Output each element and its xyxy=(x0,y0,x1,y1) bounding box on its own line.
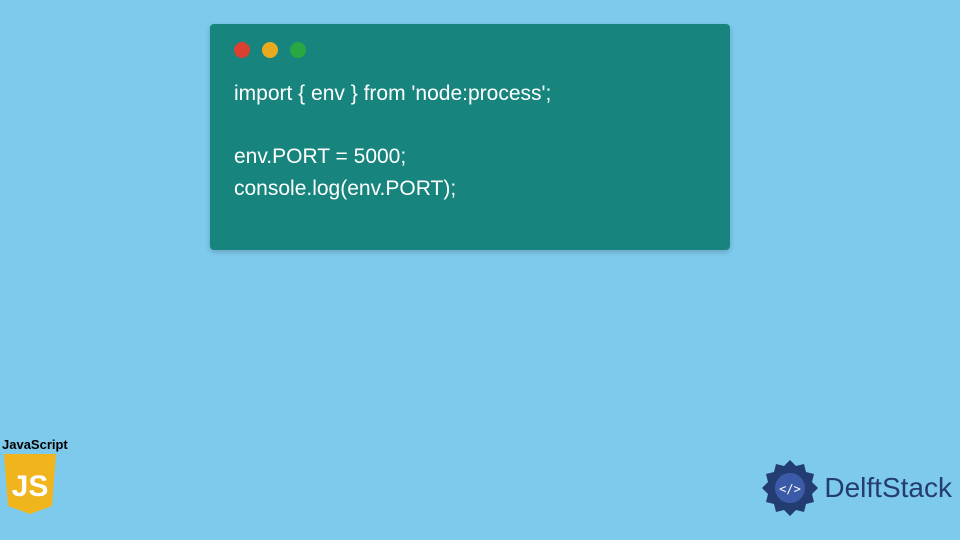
javascript-label: JavaScript xyxy=(2,437,68,452)
window-controls xyxy=(234,42,706,58)
code-line: env.PORT = 5000; xyxy=(234,145,406,168)
code-window: import { env } from 'node:process'; env.… xyxy=(210,24,730,250)
minimize-icon xyxy=(262,42,278,58)
svg-text:</>: </> xyxy=(780,482,802,496)
code-block: import { env } from 'node:process'; env.… xyxy=(234,78,706,204)
delftstack-brand-text: DelftStack xyxy=(824,472,952,504)
code-line: import { env } from 'node:process'; xyxy=(234,82,551,105)
javascript-badge: JavaScript JS xyxy=(2,437,68,516)
code-line: console.log(env.PORT); xyxy=(234,177,456,200)
close-icon xyxy=(234,42,250,58)
delftstack-gear-icon: </> xyxy=(760,458,820,518)
delftstack-logo: </> DelftStack xyxy=(760,458,952,518)
javascript-shield-icon: JS xyxy=(2,454,58,516)
js-shield-text: JS xyxy=(12,470,49,503)
maximize-icon xyxy=(290,42,306,58)
